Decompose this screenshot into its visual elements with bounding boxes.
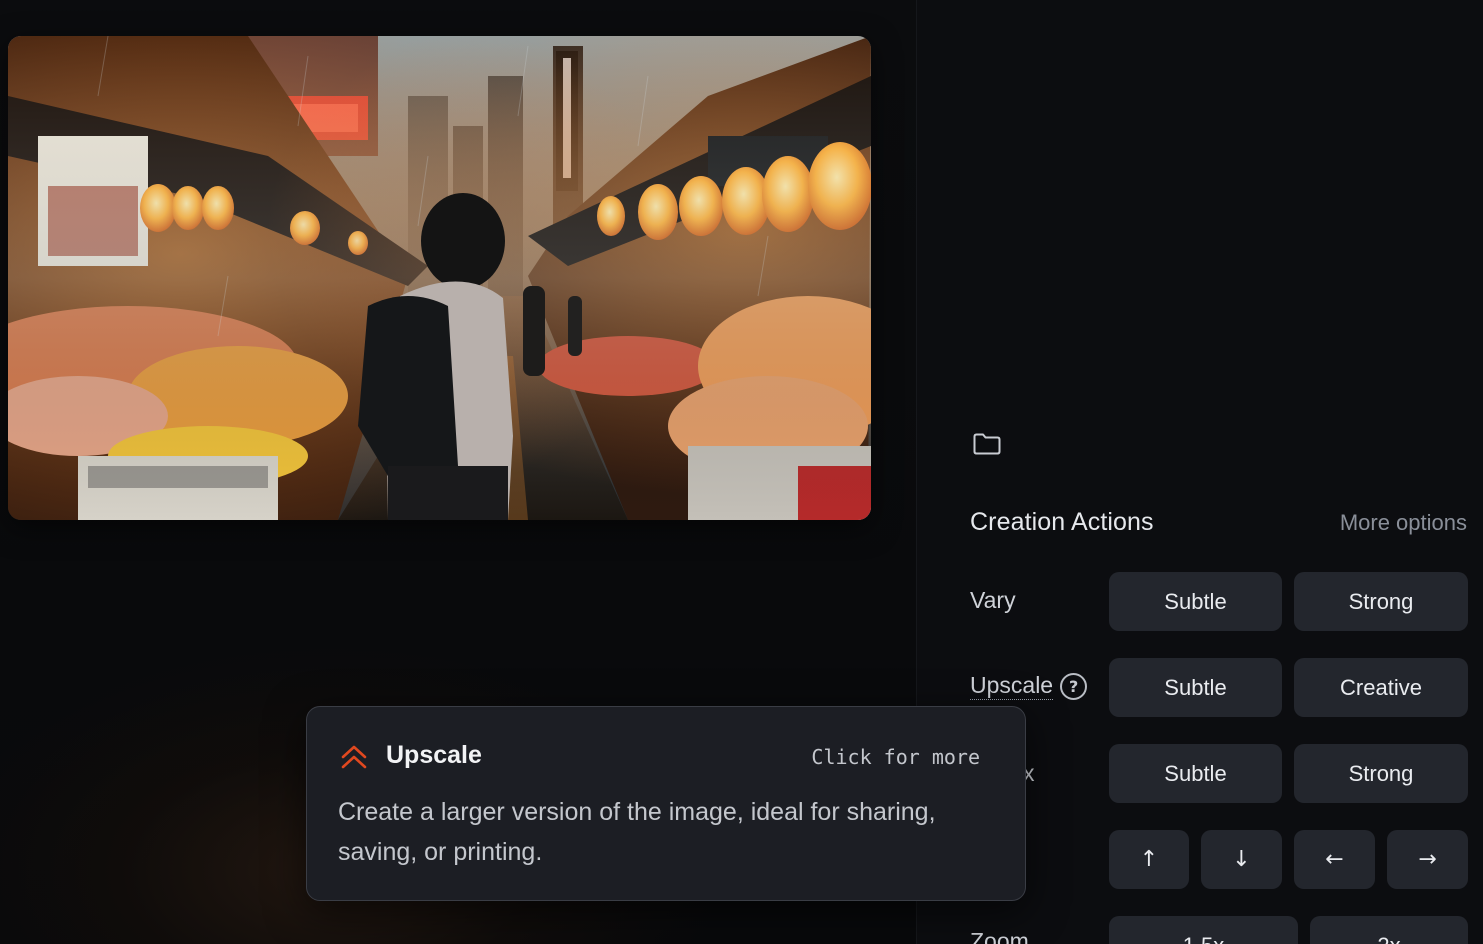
row3-subtle-button[interactable]: Subtle bbox=[1109, 744, 1282, 803]
more-options-link[interactable]: More options bbox=[1340, 510, 1467, 536]
row3-strong-button[interactable]: Strong bbox=[1294, 744, 1468, 803]
pan-down-button[interactable]: ↓ bbox=[1201, 830, 1282, 889]
pan-right-button[interactable]: → bbox=[1387, 830, 1468, 889]
folder-icon bbox=[973, 433, 1001, 455]
street-market-illustration bbox=[8, 36, 871, 520]
pan-left-button[interactable]: ← bbox=[1294, 830, 1375, 889]
zoom-2x-button[interactable]: 2x bbox=[1310, 916, 1468, 944]
pan-up-button[interactable]: ↑ bbox=[1109, 830, 1189, 889]
upscale-tooltip: Upscale Click for more Create a larger v… bbox=[306, 706, 1026, 901]
upscale-creative-button[interactable]: Creative bbox=[1294, 658, 1468, 717]
section-title: Creation Actions bbox=[970, 508, 1154, 536]
upscale-label[interactable]: Upscale bbox=[970, 672, 1054, 700]
folder-button[interactable] bbox=[969, 427, 1005, 461]
upscale-subtle-button[interactable]: Subtle bbox=[1109, 658, 1282, 717]
tooltip-description: Create a larger version of the image, id… bbox=[338, 798, 936, 866]
app-root: Creation Actions More options Vary Subtl… bbox=[0, 0, 1483, 944]
double-chevron-up-icon bbox=[341, 745, 367, 769]
vary-strong-button[interactable]: Strong bbox=[1294, 572, 1468, 631]
vary-label: Vary bbox=[970, 587, 1016, 613]
upscale-label-group: Upscale ? bbox=[970, 672, 1088, 700]
tooltip-title: Upscale bbox=[386, 741, 482, 769]
vary-subtle-button[interactable]: Subtle bbox=[1109, 572, 1282, 631]
zoom-1-5x-button[interactable]: 1.5x bbox=[1109, 916, 1298, 944]
generated-image[interactable] bbox=[8, 36, 871, 520]
help-circle-icon[interactable]: ? bbox=[1060, 672, 1088, 700]
zoom-label: Zoom bbox=[970, 928, 1029, 944]
click-for-more-link[interactable]: Click for more bbox=[811, 745, 980, 769]
